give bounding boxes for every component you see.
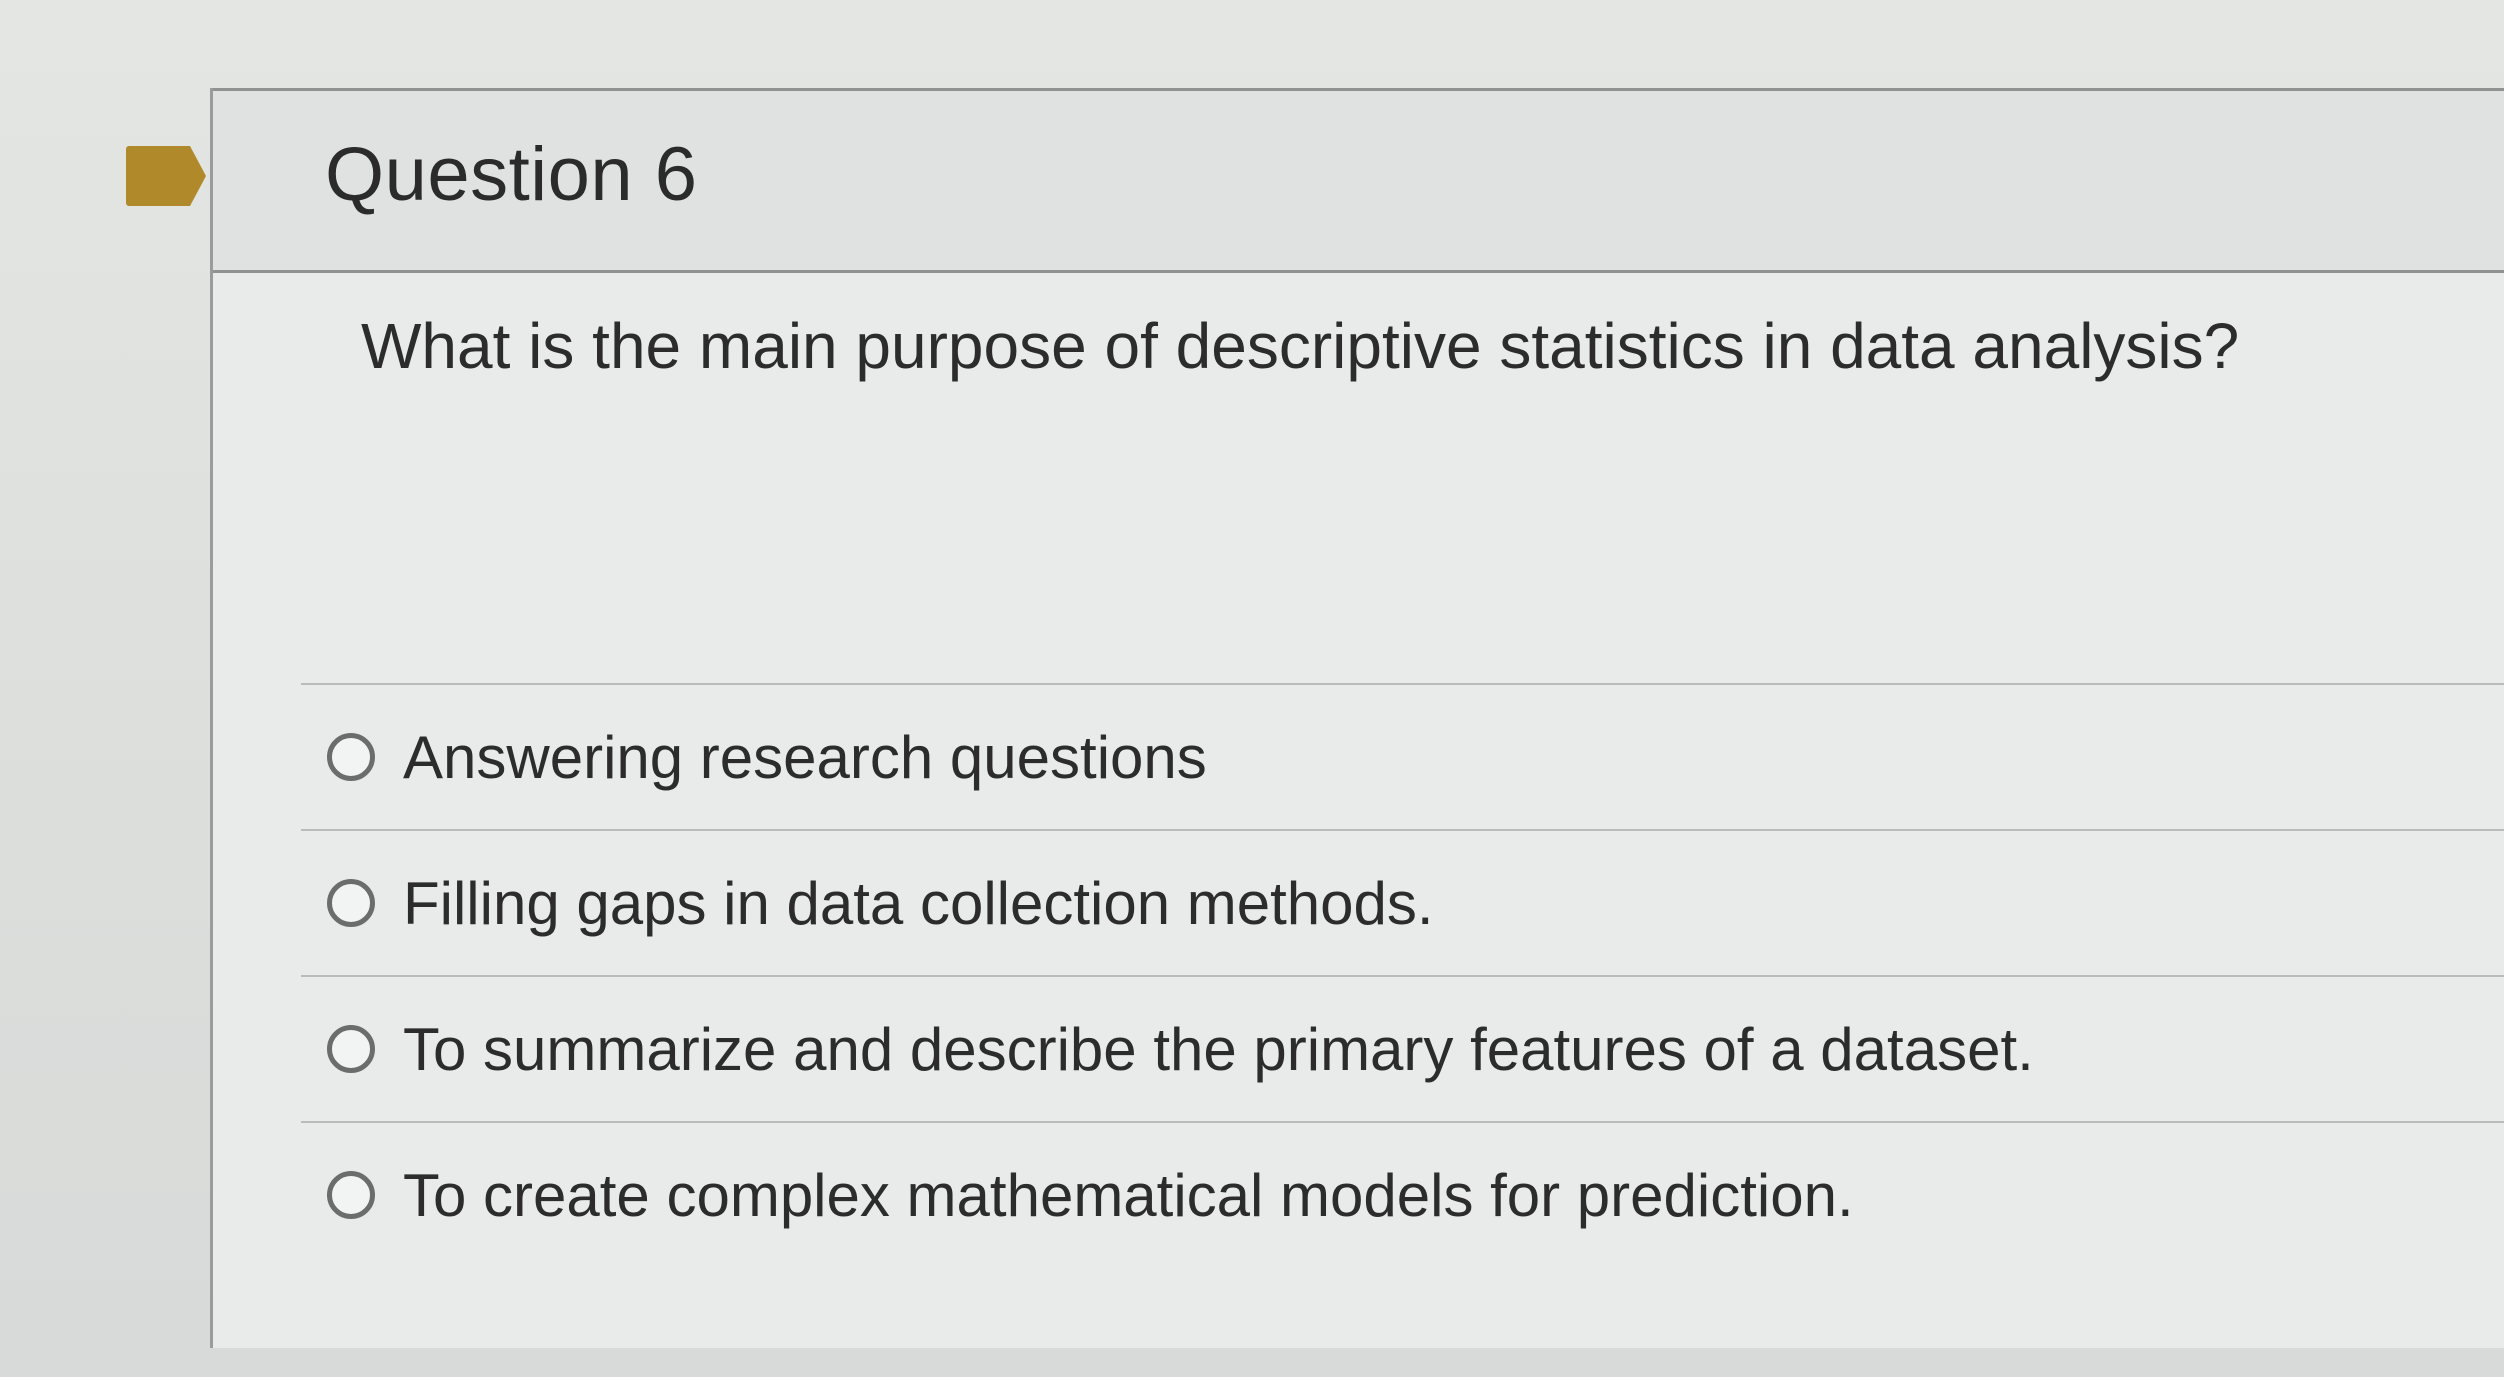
answer-option-1[interactable]: Answering research questions — [301, 683, 2504, 829]
quiz-page: Question 6 What is the main purpose of d… — [0, 0, 2504, 1377]
answer-label[interactable]: To summarize and describe the primary fe… — [403, 1015, 2034, 1084]
answer-label[interactable]: Filling gaps in data collection methods. — [403, 869, 1434, 938]
answer-label[interactable]: Answering research questions — [403, 723, 1207, 792]
answer-label[interactable]: To create complex mathematical models fo… — [403, 1161, 1854, 1230]
question-title: Question 6 — [325, 132, 698, 217]
question-header: Question 6 — [213, 88, 2504, 273]
answer-option-4[interactable]: To create complex mathematical models fo… — [301, 1121, 2504, 1267]
answer-option-2[interactable]: Filling gaps in data collection methods. — [301, 829, 2504, 975]
radio-button-icon[interactable] — [327, 879, 375, 927]
question-text: What is the main purpose of descriptive … — [361, 310, 2240, 382]
question-card: Question 6 What is the main purpose of d… — [210, 88, 2504, 1348]
answer-list: Answering research questions Filling gap… — [301, 683, 2504, 1267]
radio-button-icon[interactable] — [327, 1171, 375, 1219]
answer-option-3[interactable]: To summarize and describe the primary fe… — [301, 975, 2504, 1121]
flag-question-icon[interactable] — [126, 146, 206, 206]
radio-button-icon[interactable] — [327, 733, 375, 781]
radio-button-icon[interactable] — [327, 1025, 375, 1073]
